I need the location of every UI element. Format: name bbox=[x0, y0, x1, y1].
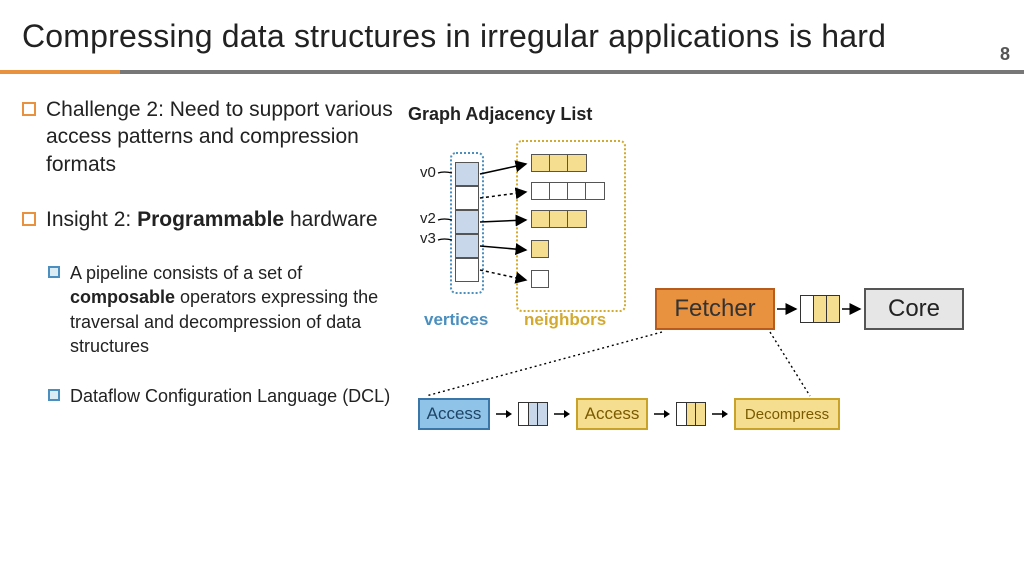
title-rule bbox=[0, 70, 1024, 74]
slide-title: Compressing data structures in irregular… bbox=[22, 18, 886, 55]
text-span: Insight 2: bbox=[46, 208, 137, 231]
vertex-cell bbox=[455, 234, 479, 258]
vertex-cell bbox=[455, 162, 479, 186]
buffer-icon bbox=[676, 402, 706, 426]
text-bold: Programmable bbox=[137, 208, 284, 231]
neighbor-row bbox=[531, 270, 549, 288]
bullet-text: Insight 2: Programmable hardware bbox=[46, 206, 378, 233]
subbullet-text: A pipeline consists of a set of composab… bbox=[70, 261, 412, 358]
arrow-icon bbox=[554, 404, 570, 424]
stage-decompress: Decompress bbox=[734, 398, 840, 430]
bullet-text: Challenge 2: Need to support various acc… bbox=[46, 96, 412, 178]
vertex-label: v2 bbox=[420, 210, 436, 227]
neighbor-row bbox=[531, 182, 605, 200]
text-span: hardware bbox=[284, 208, 377, 231]
diagram-title: Graph Adjacency List bbox=[408, 104, 592, 125]
vertex-label: v3 bbox=[420, 230, 436, 247]
stage-access: Access bbox=[576, 398, 648, 430]
subbullet-composable: A pipeline consists of a set of composab… bbox=[48, 261, 412, 358]
page-number: 8 bbox=[1000, 44, 1010, 65]
bullet-box-icon bbox=[22, 212, 36, 226]
title-rule-accent bbox=[0, 70, 120, 74]
bullet-challenge: Challenge 2: Need to support various acc… bbox=[22, 96, 412, 178]
bullet-box-icon bbox=[22, 102, 36, 116]
subbullet-box-icon bbox=[48, 266, 60, 278]
pipeline-row: Access Access Decompress bbox=[418, 398, 840, 430]
vertex-cell bbox=[455, 258, 479, 282]
neighbor-row bbox=[531, 240, 549, 258]
text-bold: composable bbox=[70, 287, 175, 307]
adjacency-diagram: v0 v2 v3 bbox=[406, 140, 656, 320]
neighbor-row bbox=[531, 154, 587, 172]
text-span: A pipeline consists of a set of bbox=[70, 263, 302, 283]
buffer-icon bbox=[800, 295, 840, 323]
arrow-icon bbox=[496, 404, 512, 424]
vertex-cell bbox=[455, 186, 479, 210]
neighbor-row bbox=[531, 210, 587, 228]
subbullet-text: Dataflow Configuration Language (DCL) bbox=[70, 384, 390, 408]
stage-access: Access bbox=[418, 398, 490, 430]
vertices-label: vertices bbox=[424, 310, 488, 330]
bullet-insight: Insight 2: Programmable hardware bbox=[22, 206, 412, 233]
neighbors-label: neighbors bbox=[524, 310, 606, 330]
subbullet-dcl: Dataflow Configuration Language (DCL) bbox=[48, 384, 412, 408]
subbullet-box-icon bbox=[48, 389, 60, 401]
arrow-icon bbox=[654, 404, 670, 424]
vertex-cell bbox=[455, 210, 479, 234]
buffer-icon bbox=[518, 402, 548, 426]
vertex-label: v0 bbox=[420, 164, 436, 181]
arrow-icon bbox=[712, 404, 728, 424]
fetcher-block: Fetcher bbox=[655, 288, 775, 330]
core-block: Core bbox=[864, 288, 964, 330]
